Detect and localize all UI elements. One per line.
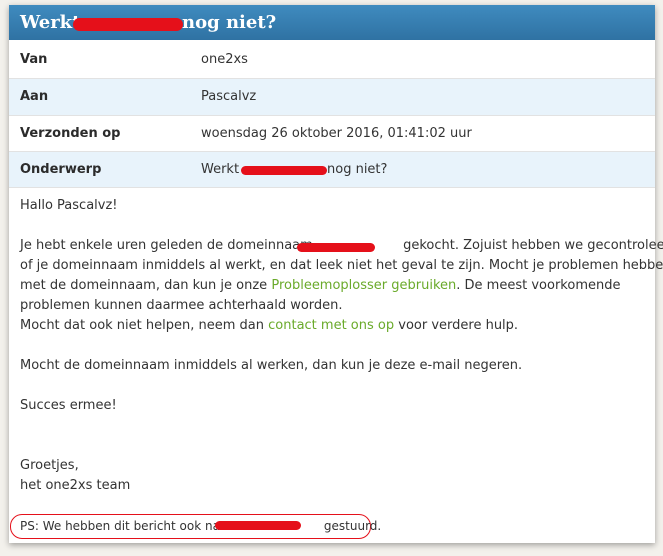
- field-row-sent: Verzonden op woensdag 26 oktober 2016, 0…: [9, 116, 655, 152]
- signature-line-2: het one2xs team: [20, 478, 131, 493]
- email-header: Werkt nog niet?: [9, 5, 655, 40]
- email-card: Werkt nog niet? Van one2xs Aan Pascalvz …: [9, 5, 663, 543]
- field-value-subject-prefix: Werkt: [201, 162, 240, 177]
- ps-line: PS: We hebben dit bericht ook naar gestu…: [20, 519, 381, 533]
- p2-text-b: voor verdere hulp.: [398, 318, 519, 333]
- header-title-suffix: nog niet?: [182, 12, 277, 33]
- p1-text-c: of je domeinnaam inmiddels al werkt, en …: [20, 258, 663, 273]
- p1-text-d: met de domeinnaam, dan kun je onze: [20, 278, 268, 293]
- field-label-from: Van: [20, 52, 48, 67]
- field-label-subject: Onderwerp: [20, 162, 102, 177]
- field-value-subject-suffix: nog niet?: [327, 162, 388, 177]
- redaction-mark: [73, 18, 183, 31]
- p4-text: Succes ermee!: [20, 398, 117, 413]
- message-paragraph-4: Succes ermee!: [20, 396, 117, 416]
- redaction-mark: [215, 521, 301, 530]
- field-label-to: Aan: [20, 89, 49, 104]
- field-row-to: Aan Pascalvz: [9, 79, 655, 115]
- ps-text-prefix: PS: We hebben dit bericht ook naar: [20, 519, 233, 533]
- ps-text-suffix: gestuurd.: [323, 519, 382, 533]
- p1-text-e: . De meest voorkomende: [456, 278, 621, 293]
- message-signature: Groetjes, het one2xs team: [20, 456, 130, 496]
- message-paragraph-3: Mocht de domeinnaam inmiddels al werken,…: [20, 356, 522, 376]
- header-title-prefix: Werkt: [20, 12, 81, 33]
- field-value-sent: woensdag 26 oktober 2016, 01:41:02 uur: [201, 126, 472, 141]
- p2-text-a: Mocht dat ook niet helpen, neem dan: [20, 318, 264, 333]
- p1-text-a: Je hebt enkele uren geleden de domeinnaa…: [20, 238, 313, 253]
- signature-line-1: Groetjes,: [20, 458, 79, 473]
- field-row-from: Van one2xs: [9, 42, 655, 78]
- recipient-link[interactable]: Pascalvz: [201, 89, 256, 104]
- contact-link[interactable]: contact met ons op: [268, 318, 394, 333]
- greeting-text: Hallo Pascalvz!: [20, 198, 118, 213]
- divider: [9, 187, 655, 188]
- p1-text-b: gekocht. Zojuist hebben we gecontroleerd: [403, 238, 663, 253]
- p1-text-f: problemen kunnen daarmee achterhaald wor…: [20, 298, 343, 313]
- field-row-subject: Onderwerp Werkt nog niet?: [9, 152, 655, 188]
- p3-text: Mocht de domeinnaam inmiddels al werken,…: [20, 358, 523, 373]
- field-value-from: one2xs: [201, 52, 248, 67]
- redaction-mark: [241, 166, 327, 175]
- message-greeting: Hallo Pascalvz!: [20, 196, 118, 216]
- troubleshooter-link[interactable]: Probleemoplosser gebruiken: [271, 278, 456, 293]
- redaction-mark: [297, 243, 375, 252]
- field-label-sent: Verzonden op: [20, 126, 121, 141]
